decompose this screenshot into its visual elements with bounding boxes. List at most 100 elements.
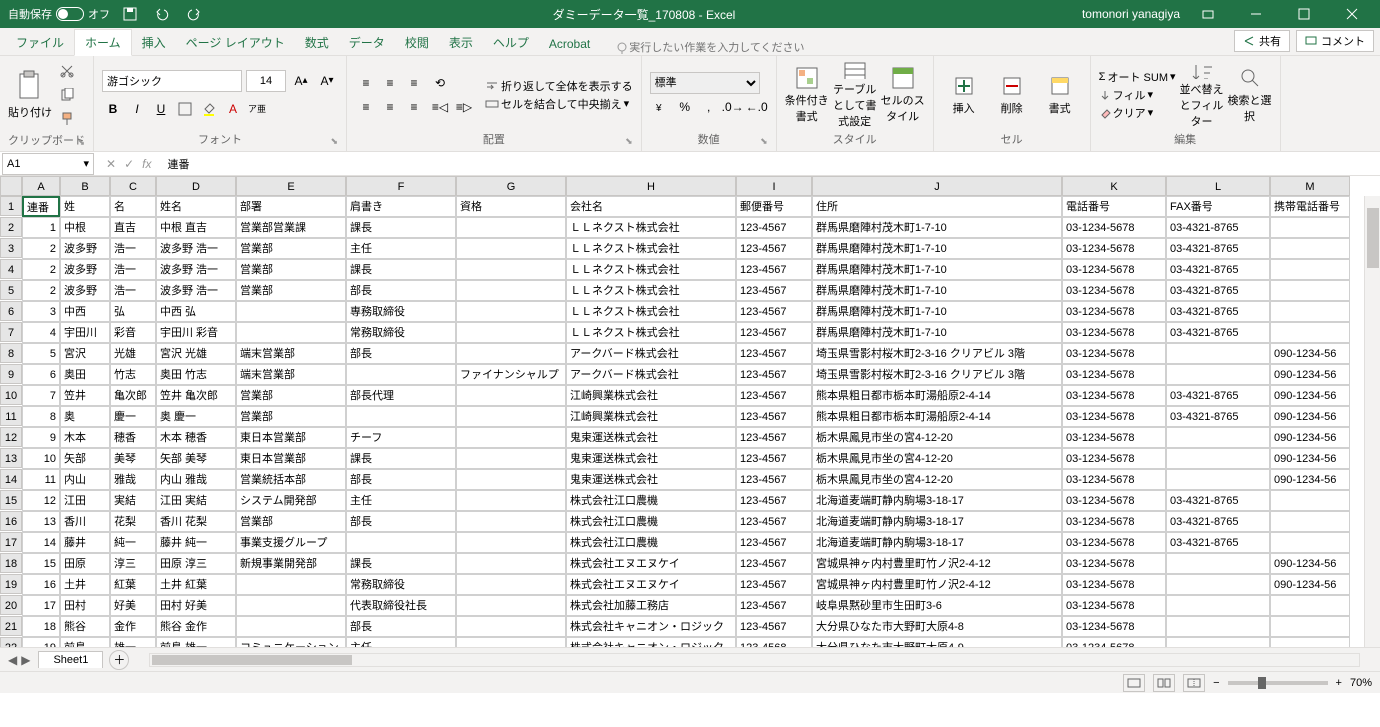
data-cell[interactable]	[236, 616, 346, 637]
row-header[interactable]: 3	[0, 238, 22, 258]
data-cell[interactable]: 群馬県磨陣村茂木町1-7-10	[812, 322, 1062, 343]
data-cell[interactable]: 主任	[346, 238, 456, 259]
data-cell[interactable]: 群馬県磨陣村茂木町1-7-10	[812, 217, 1062, 238]
data-cell[interactable]: 鬼束運送株式会社	[566, 469, 736, 490]
tab-review[interactable]: 校閲	[395, 30, 439, 55]
name-box[interactable]: A1▾	[2, 153, 94, 175]
data-cell[interactable]: 香川 花梨	[156, 511, 236, 532]
data-cell[interactable]: 穂香	[110, 427, 156, 448]
format-cells-button[interactable]: 書式	[1038, 61, 1082, 129]
data-cell[interactable]: 宮沢	[60, 343, 110, 364]
data-cell[interactable]	[1270, 511, 1350, 532]
enter-formula-icon[interactable]: ✓	[124, 157, 134, 171]
data-cell[interactable]	[236, 574, 346, 595]
data-cell[interactable]: 03-1234-5678	[1062, 448, 1166, 469]
row-header[interactable]: 6	[0, 301, 22, 321]
clipboard-launcher-icon[interactable]: ⬊	[77, 137, 85, 148]
data-cell[interactable]: ＬＬネクスト株式会社	[566, 322, 736, 343]
data-cell[interactable]: 123-4567	[736, 490, 812, 511]
data-cell[interactable]: 7	[22, 385, 60, 406]
data-cell[interactable]: 株式会社キャニオン・ロジック	[566, 637, 736, 647]
data-cell[interactable]	[1270, 637, 1350, 647]
data-cell[interactable]	[1166, 637, 1270, 647]
data-cell[interactable]: 18	[22, 616, 60, 637]
data-cell[interactable]: 090-1234-56	[1270, 343, 1350, 364]
data-cell[interactable]: 雄一	[110, 637, 156, 647]
tab-data[interactable]: データ	[339, 30, 395, 55]
data-cell[interactable]	[456, 343, 566, 364]
data-cell[interactable]: 東日本営業部	[236, 448, 346, 469]
data-cell[interactable]	[346, 532, 456, 553]
data-cell[interactable]: 矢部 美琴	[156, 448, 236, 469]
data-cell[interactable]: ＬＬネクスト株式会社	[566, 217, 736, 238]
paste-button[interactable]: 貼り付け	[8, 61, 52, 129]
share-button[interactable]: 共有	[1234, 30, 1290, 52]
header-cell[interactable]: 部署	[236, 196, 346, 217]
number-format-select[interactable]: 標準	[650, 72, 760, 94]
orientation-button[interactable]: ⟲	[429, 72, 451, 94]
increase-indent-button[interactable]: ≡▷	[453, 96, 475, 118]
data-cell[interactable]: 03-1234-5678	[1062, 574, 1166, 595]
data-cell[interactable]: システム開発部	[236, 490, 346, 511]
data-cell[interactable]: 北海道麦端町静内駒場3-18-17	[812, 511, 1062, 532]
data-cell[interactable]: 03-1234-5678	[1062, 553, 1166, 574]
data-cell[interactable]: 営業部	[236, 280, 346, 301]
col-header[interactable]: D	[156, 176, 236, 196]
comma-button[interactable]: ,	[698, 96, 720, 118]
sort-filter-button[interactable]: 並べ替えとフィルター	[1180, 61, 1224, 129]
header-cell[interactable]: 肩書き	[346, 196, 456, 217]
data-cell[interactable]	[456, 616, 566, 637]
zoom-in-button[interactable]: +	[1336, 677, 1342, 689]
data-cell[interactable]: 123-4567	[736, 532, 812, 553]
data-cell[interactable]: 営業部	[236, 406, 346, 427]
data-cell[interactable]: 土井	[60, 574, 110, 595]
data-cell[interactable]: 株式会社江口農機	[566, 511, 736, 532]
data-cell[interactable]: 03-1234-5678	[1062, 637, 1166, 647]
data-cell[interactable]	[456, 217, 566, 238]
data-cell[interactable]: 部長代理	[346, 385, 456, 406]
data-cell[interactable]: 直吉	[110, 217, 156, 238]
data-cell[interactable]: 浩一	[110, 259, 156, 280]
data-cell[interactable]: 03-1234-5678	[1062, 301, 1166, 322]
close-icon[interactable]	[1332, 0, 1372, 28]
data-cell[interactable]: 田村 好美	[156, 595, 236, 616]
data-cell[interactable]	[456, 595, 566, 616]
data-cell[interactable]	[456, 553, 566, 574]
data-cell[interactable]: 木本	[60, 427, 110, 448]
data-cell[interactable]: 123-4567	[736, 574, 812, 595]
wrap-text-button[interactable]: 折り返して全体を表示する	[485, 78, 633, 94]
format-painter-button[interactable]	[56, 108, 78, 130]
col-header[interactable]: H	[566, 176, 736, 196]
data-cell[interactable]: 13	[22, 511, 60, 532]
italic-button[interactable]: I	[126, 98, 148, 120]
data-cell[interactable]: 03-4321-8765	[1166, 322, 1270, 343]
data-cell[interactable]: 鬼束運送株式会社	[566, 427, 736, 448]
col-header[interactable]: J	[812, 176, 1062, 196]
data-cell[interactable]: 奥 慶一	[156, 406, 236, 427]
data-cell[interactable]: 好美	[110, 595, 156, 616]
scroll-thumb[interactable]	[1367, 208, 1379, 268]
col-header[interactable]: M	[1270, 176, 1350, 196]
data-cell[interactable]: 亀次郎	[110, 385, 156, 406]
header-cell[interactable]: 住所	[812, 196, 1062, 217]
autosum-button[interactable]: Σ オート SUM ▾	[1099, 69, 1176, 85]
data-cell[interactable]: 03-1234-5678	[1062, 217, 1166, 238]
data-cell[interactable]: 浩一	[110, 280, 156, 301]
underline-button[interactable]: U	[150, 98, 172, 120]
data-cell[interactable]: 株式会社江口農機	[566, 490, 736, 511]
format-as-table-button[interactable]: テーブルとして書式設定	[833, 61, 877, 129]
data-cell[interactable]: 宮城県神ヶ内村豊里町竹ノ沢2-4-12	[812, 553, 1062, 574]
data-cell[interactable]: 03-4321-8765	[1166, 301, 1270, 322]
data-cell[interactable]: 雅哉	[110, 469, 156, 490]
data-cell[interactable]: 光雄	[110, 343, 156, 364]
data-cell[interactable]: 4	[22, 322, 60, 343]
data-cell[interactable]: 波多野 浩一	[156, 238, 236, 259]
data-cell[interactable]: 浩一	[110, 238, 156, 259]
zoom-level[interactable]: 70%	[1350, 677, 1372, 689]
header-cell[interactable]: 資格	[456, 196, 566, 217]
data-cell[interactable]: 090-1234-56	[1270, 364, 1350, 385]
data-cell[interactable]: 03-4321-8765	[1166, 490, 1270, 511]
data-cell[interactable]	[1270, 595, 1350, 616]
data-cell[interactable]: 123-4567	[736, 469, 812, 490]
data-cell[interactable]	[1166, 574, 1270, 595]
